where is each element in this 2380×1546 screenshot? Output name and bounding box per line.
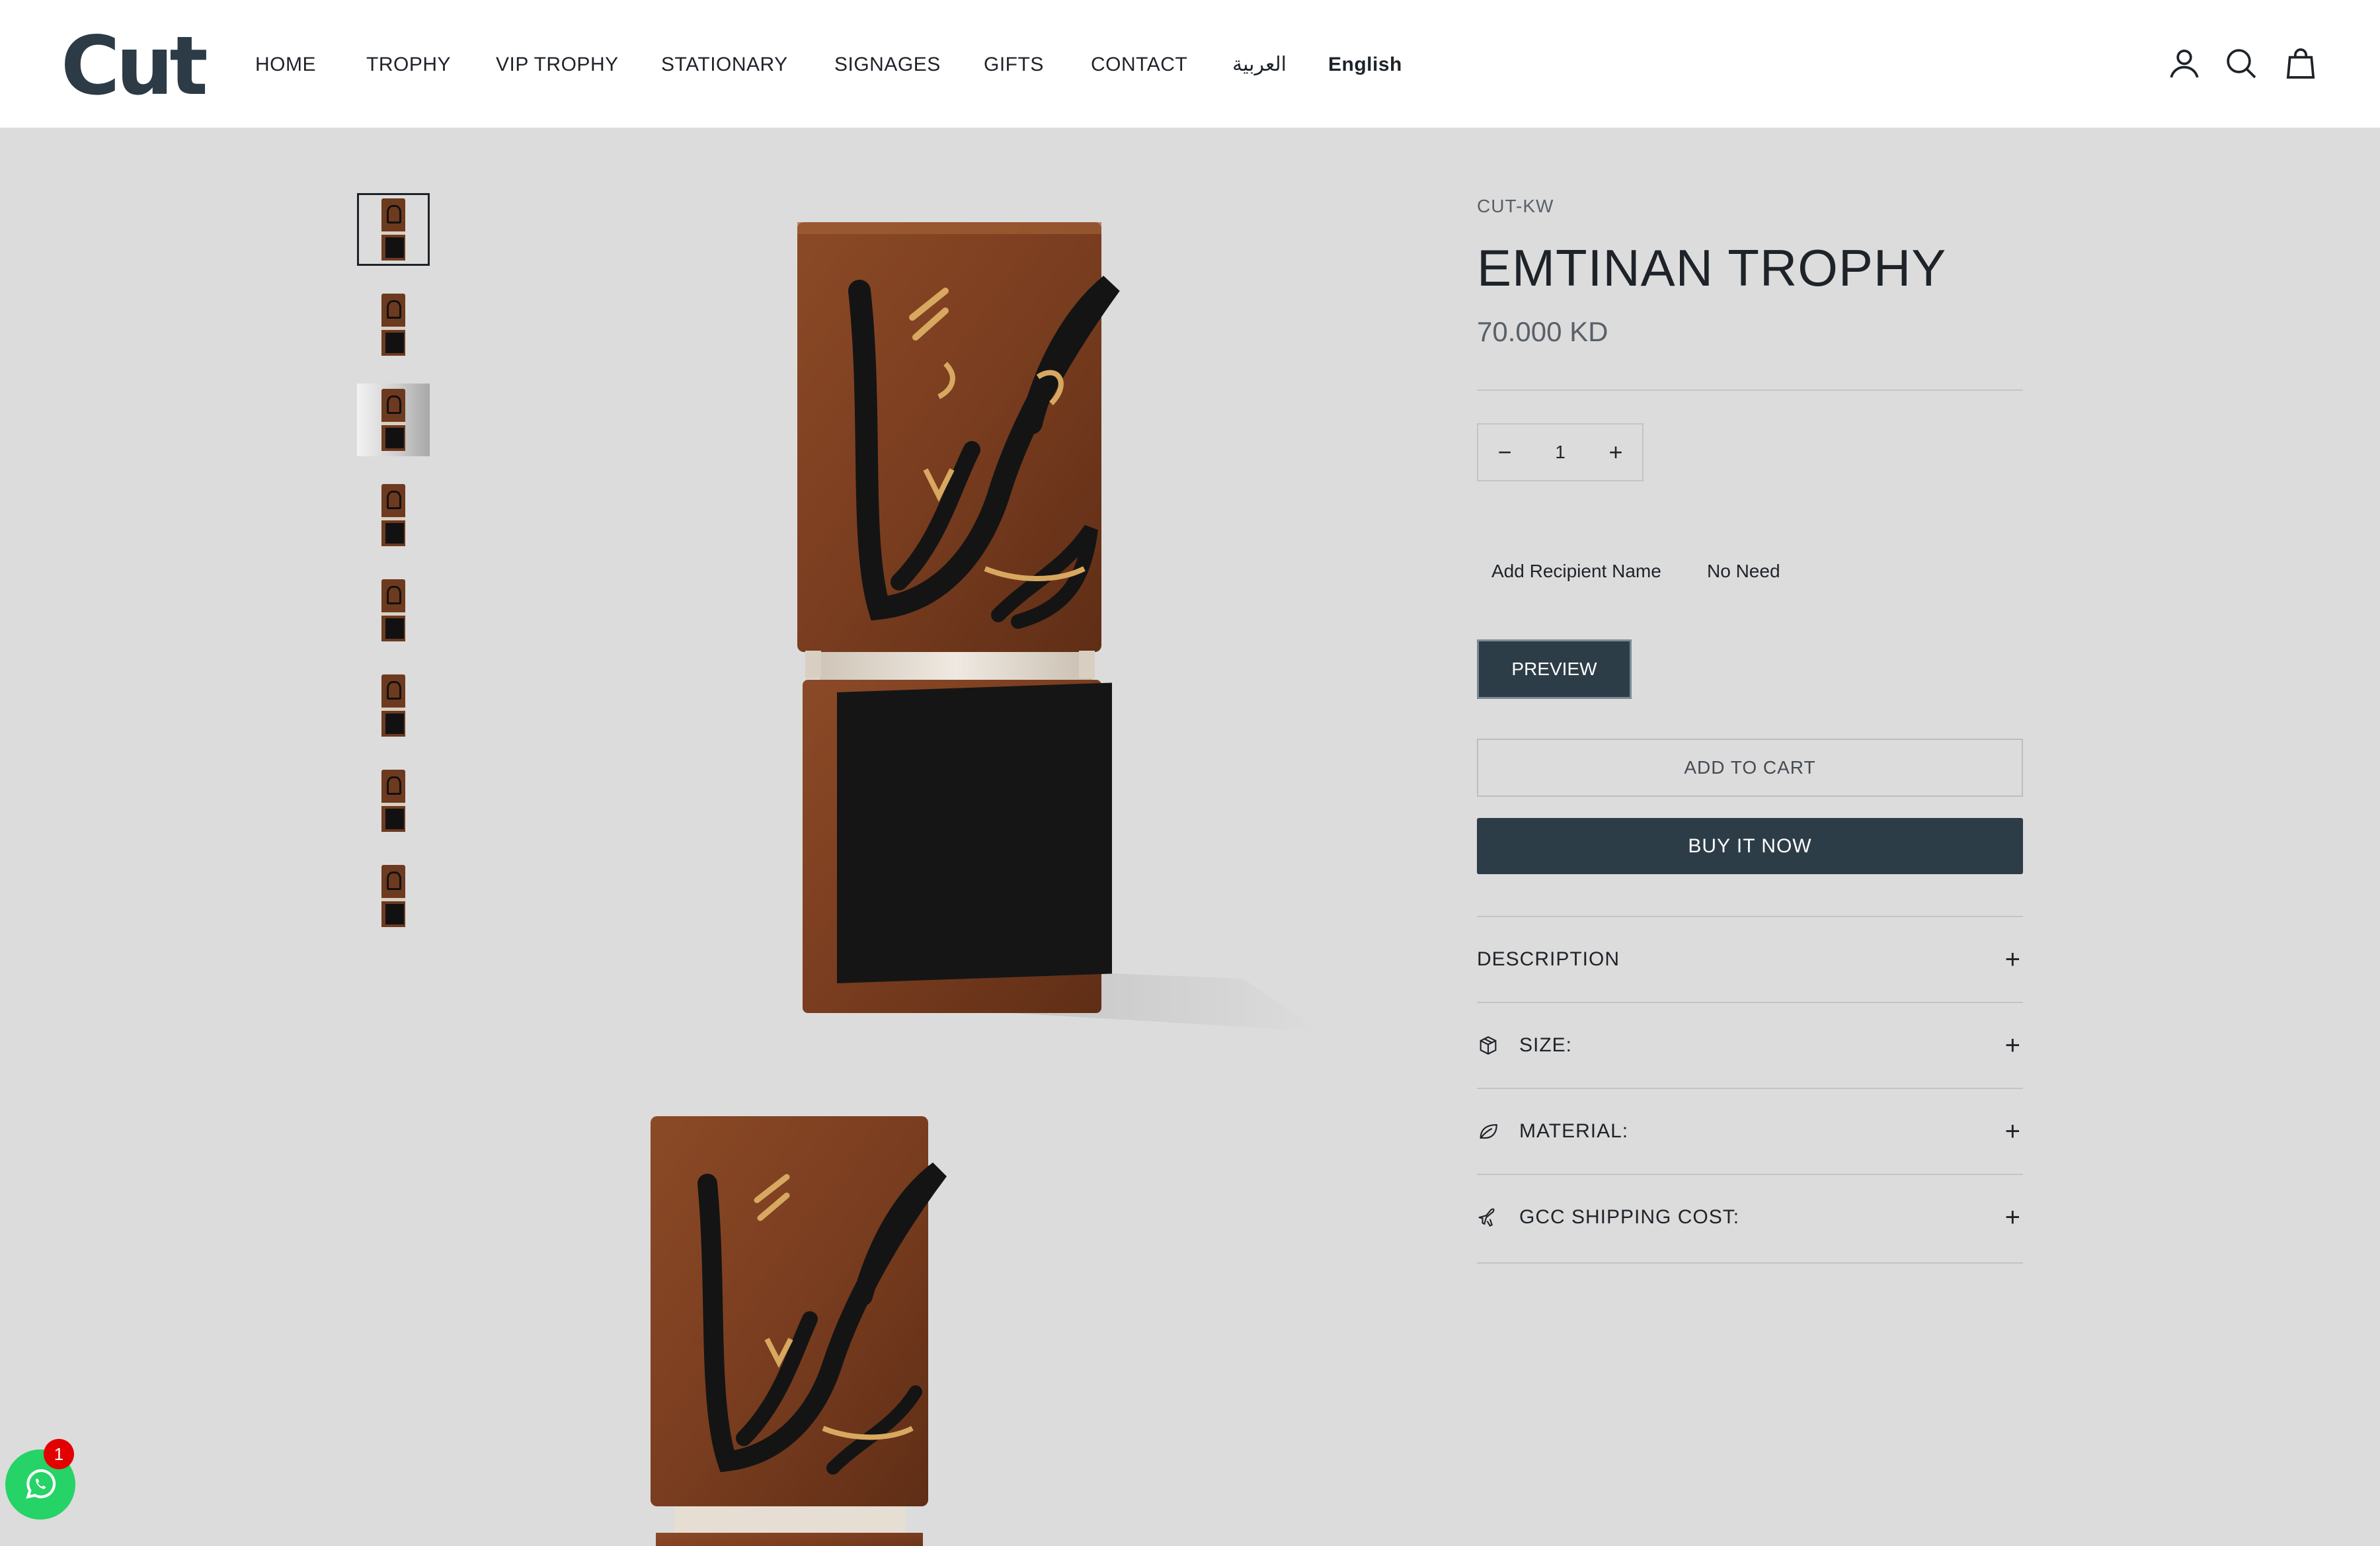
box-icon — [1477, 1034, 1501, 1057]
leaf-icon — [1477, 1119, 1501, 1143]
plus-icon: + — [2004, 1116, 2020, 1146]
quantity-increase-button[interactable]: + — [1589, 425, 1642, 480]
nav-contact[interactable]: CONTACT — [1091, 49, 1187, 81]
nav-home[interactable]: HOME — [255, 49, 316, 81]
recipient-name-label: Add Recipient Name — [1491, 561, 1661, 581]
accordion-size[interactable]: SIZE: + — [1477, 1003, 2023, 1088]
thumbnail-2[interactable] — [357, 288, 430, 361]
accordion-gcc-shipping[interactable]: GCC SHIPPING COST: + — [1477, 1175, 2023, 1260]
bag-icon[interactable] — [2282, 45, 2319, 82]
nav-english-language[interactable]: English — [1328, 49, 1402, 81]
product-second-image — [651, 1116, 947, 1546]
recipient-name-option[interactable]: No Need — [1707, 561, 1780, 582]
product-title: EMTINAN TROPHY — [1477, 239, 1947, 297]
nav-gifts[interactable]: GIFTS — [984, 49, 1044, 81]
divider — [1477, 1262, 2023, 1264]
account-icon[interactable] — [2166, 45, 2203, 82]
nav-signages[interactable]: SIGNAGES — [834, 49, 941, 81]
accordion-label: SIZE: — [1519, 1034, 1573, 1056]
thumbnail-6[interactable] — [357, 669, 430, 742]
site-header: Cut HOME TROPHY VIP TROPHY STATIONARY SI… — [0, 0, 2380, 128]
notification-badge: 1 — [44, 1439, 74, 1469]
nav-vip-trophy[interactable]: VIP TROPHY — [496, 49, 619, 81]
buy-it-now-button[interactable]: BUY IT NOW — [1477, 818, 2023, 874]
whatsapp-icon — [26, 1469, 56, 1499]
thumbnail-1[interactable] — [357, 193, 430, 266]
quantity-decrease-button[interactable]: − — [1478, 425, 1531, 480]
thumbnail-4[interactable] — [357, 479, 430, 551]
accordion-label: MATERIAL: — [1519, 1120, 1629, 1142]
accordion-description[interactable]: DESCRIPTION + — [1477, 917, 2023, 1002]
quantity-stepper: − 1 + — [1477, 423, 1644, 481]
accordion-label: DESCRIPTION — [1477, 948, 1620, 970]
site-logo[interactable]: Cut — [61, 20, 208, 112]
product-main-image — [797, 222, 1322, 1032]
nav-arabic-language[interactable]: العربية — [1232, 49, 1287, 81]
thumbnail-5[interactable] — [357, 574, 430, 647]
plus-icon: + — [2004, 1202, 2020, 1232]
nav-stationary[interactable]: STATIONARY — [661, 49, 788, 81]
divider — [1477, 389, 2023, 391]
thumbnail-3[interactable] — [357, 384, 430, 456]
search-icon[interactable] — [2223, 45, 2260, 82]
quantity-value[interactable]: 1 — [1555, 442, 1566, 463]
nav-trophy[interactable]: TROPHY — [366, 49, 451, 81]
product-vendor[interactable]: CUT-KW — [1477, 196, 1554, 217]
accordion-material[interactable]: MATERIAL: + — [1477, 1089, 2023, 1174]
add-to-cart-button[interactable]: ADD TO CART — [1477, 739, 2023, 797]
preview-button[interactable]: PREVIEW — [1477, 639, 1632, 699]
plus-icon: + — [2004, 1030, 2020, 1060]
thumbnail-8[interactable] — [357, 860, 430, 932]
plane-icon — [1477, 1205, 1501, 1229]
accordion-label: GCC SHIPPING COST: — [1519, 1206, 1740, 1228]
product-price: 70.000 KD — [1477, 316, 1608, 347]
plus-icon: + — [2004, 944, 2020, 974]
thumbnail-7[interactable] — [357, 764, 430, 837]
